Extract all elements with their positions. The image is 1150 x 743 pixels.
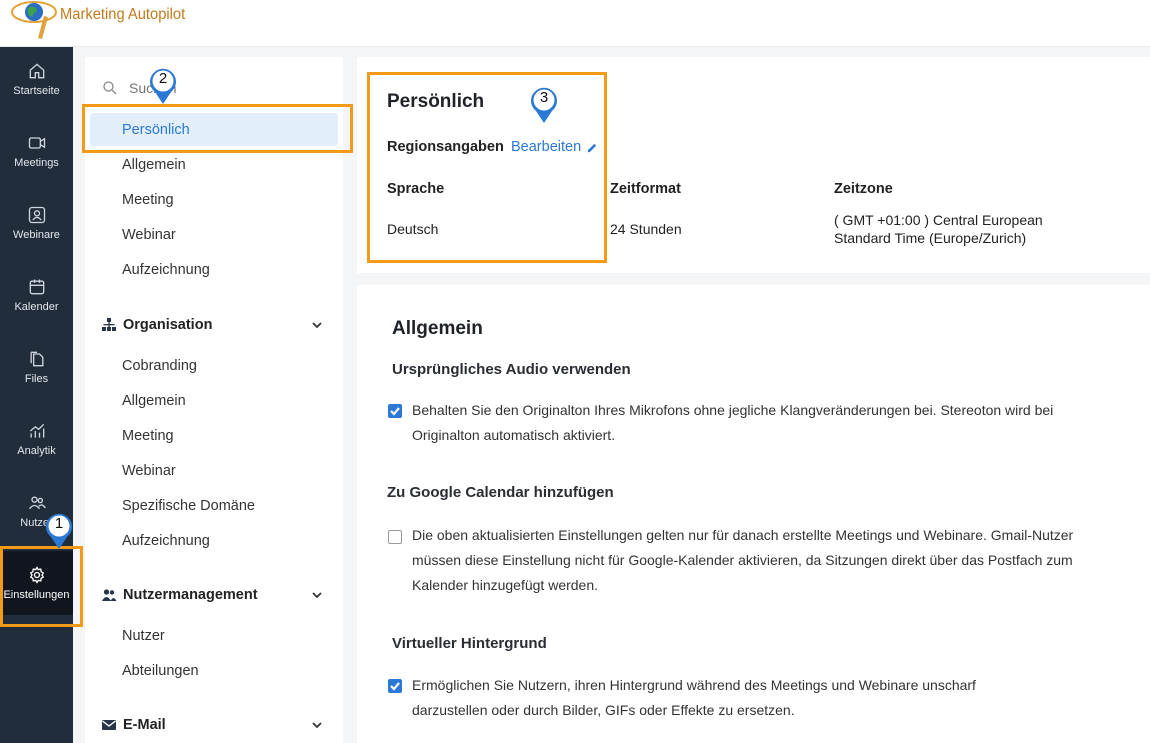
option-title-original-audio: Ursprüngliches Audio verwenden xyxy=(392,361,631,378)
sidebar-group-organisation[interactable]: Organisation xyxy=(101,310,323,340)
option-text-original-audio: Behalten Sie den Originalton Ihres Mikro… xyxy=(412,402,1054,443)
nav-item-startseite[interactable]: Startseite xyxy=(0,47,73,111)
chevron-down-icon xyxy=(312,722,322,729)
analytics-icon xyxy=(29,423,44,438)
sidebar-group-title: Organisation xyxy=(123,317,213,333)
chevron-down-icon xyxy=(312,592,322,599)
original-audio-checkbox[interactable] xyxy=(388,404,402,418)
nav-item-kalender[interactable]: Kalender xyxy=(0,263,73,327)
nav-label: Files xyxy=(24,373,49,385)
nav-label: Kalender xyxy=(14,301,59,313)
sidebar-item-nutzer[interactable]: Nutzer xyxy=(90,619,338,652)
time-format-label: Zeitformat xyxy=(610,181,681,197)
users-group-icon xyxy=(102,589,117,601)
step-marker-label: 3 xyxy=(539,89,549,106)
calendar-icon xyxy=(29,279,44,295)
chevron-down-icon xyxy=(312,322,322,329)
option-title-google-calendar: Zu Google Calendar hinzufügen xyxy=(387,484,614,501)
region-label: Regionsangaben xyxy=(387,139,504,155)
edit-region-button[interactable]: Bearbeiten xyxy=(511,139,598,155)
nav-item-einstellungen[interactable]: Einstellungen xyxy=(0,551,73,615)
step-marker-2: 2 xyxy=(147,66,179,106)
settings-sidebar: Persönlich Allgemein Meeting Webinar Auf… xyxy=(85,57,343,743)
app-logo-text: Marketing Autopilot xyxy=(60,6,186,23)
home-icon xyxy=(29,63,44,79)
org-chart-icon xyxy=(102,318,116,331)
nav-item-webinare[interactable]: Webinare xyxy=(0,191,73,255)
check-icon xyxy=(390,682,400,691)
nav-item-files[interactable]: Files xyxy=(0,335,73,399)
time-format-value: 24 Stunden xyxy=(610,221,682,237)
sidebar-item-meeting[interactable]: Meeting xyxy=(90,183,338,216)
sidebar-item-aufzeichnung[interactable]: Aufzeichnung xyxy=(90,253,338,286)
sidebar-item-cobranding[interactable]: Cobranding xyxy=(90,349,338,382)
general-title: Allgemein xyxy=(392,318,483,339)
sidebar-item-abteilungen[interactable]: Abteilungen xyxy=(90,654,338,687)
timezone-label: Zeitzone xyxy=(834,181,893,197)
sidebar-group-nutzermanagement[interactable]: Nutzermanagement xyxy=(101,580,323,610)
personal-settings-card: Persönlich Regionsangaben Bearbeiten Spr… xyxy=(357,57,1150,273)
personal-title: Persönlich xyxy=(387,91,485,112)
nav-label: Einstellungen xyxy=(3,589,70,601)
google-calendar-checkbox[interactable] xyxy=(388,530,402,544)
check-icon xyxy=(390,407,400,416)
sidebar-item-org-webinar[interactable]: Webinar xyxy=(90,454,338,487)
nav-label: Analytik xyxy=(17,445,56,457)
settings-search xyxy=(95,71,333,105)
language-label: Sprache xyxy=(387,181,445,197)
nav-label: Startseite xyxy=(13,85,60,97)
language-value: Deutsch xyxy=(387,221,439,237)
sidebar-group-email[interactable]: E-Mail xyxy=(101,710,323,740)
search-icon xyxy=(103,80,117,94)
sidebar-item-org-aufzeichnung[interactable]: Aufzeichnung xyxy=(90,524,338,557)
sidebar-item-persoenlich[interactable]: Persönlich xyxy=(90,113,338,146)
option-text-virtual-background: Ermöglichen Sie Nutzern, ihren Hintergru… xyxy=(412,677,976,718)
top-bar: Marketing Autopilot xyxy=(0,0,1150,47)
sidebar-group-title: Nutzermanagement xyxy=(123,587,258,603)
gear-icon xyxy=(29,566,44,584)
video-icon xyxy=(28,137,45,149)
step-marker-label: 1 xyxy=(54,515,64,532)
mail-icon xyxy=(102,720,116,730)
main-navigation: Startseite Meetings Webinare Kalender Fi… xyxy=(0,47,73,743)
nav-label: Webinare xyxy=(13,229,60,241)
sidebar-item-org-meeting[interactable]: Meeting xyxy=(90,419,338,452)
sidebar-item-spezifische-domaene[interactable]: Spezifische Domäne xyxy=(90,489,338,522)
option-title-virtual-background: Virtueller Hintergrund xyxy=(392,635,547,652)
users-icon xyxy=(28,496,46,510)
files-icon xyxy=(30,351,43,367)
app-logo[interactable]: Marketing Autopilot xyxy=(8,0,196,39)
general-settings-card: Allgemein Ursprüngliches Audio verwenden… xyxy=(357,285,1150,743)
sidebar-item-webinar[interactable]: Webinar xyxy=(90,218,338,251)
pencil-icon xyxy=(588,143,597,152)
step-marker-3: 3 xyxy=(528,85,560,125)
webinar-icon xyxy=(28,206,45,224)
option-text-google-calendar: Die oben aktualisierten Einstellungen ge… xyxy=(412,527,1074,593)
edit-label: Bearbeiten xyxy=(511,139,582,155)
virtual-background-checkbox[interactable] xyxy=(388,679,402,693)
step-marker-1: 1 xyxy=(43,511,75,551)
step-marker-label: 2 xyxy=(158,70,168,87)
sidebar-group-title: E-Mail xyxy=(123,717,166,733)
nav-item-analytik[interactable]: Analytik xyxy=(0,407,73,471)
globe-logo-icon xyxy=(11,1,57,39)
sidebar-item-org-allgemein[interactable]: Allgemein xyxy=(90,384,338,417)
sidebar-item-allgemein[interactable]: Allgemein xyxy=(90,148,338,181)
nav-label: Meetings xyxy=(14,157,59,169)
nav-item-meetings[interactable]: Meetings xyxy=(0,119,73,183)
timezone-value: ( GMT +01:00 ) Central European Standard… xyxy=(834,212,1043,246)
